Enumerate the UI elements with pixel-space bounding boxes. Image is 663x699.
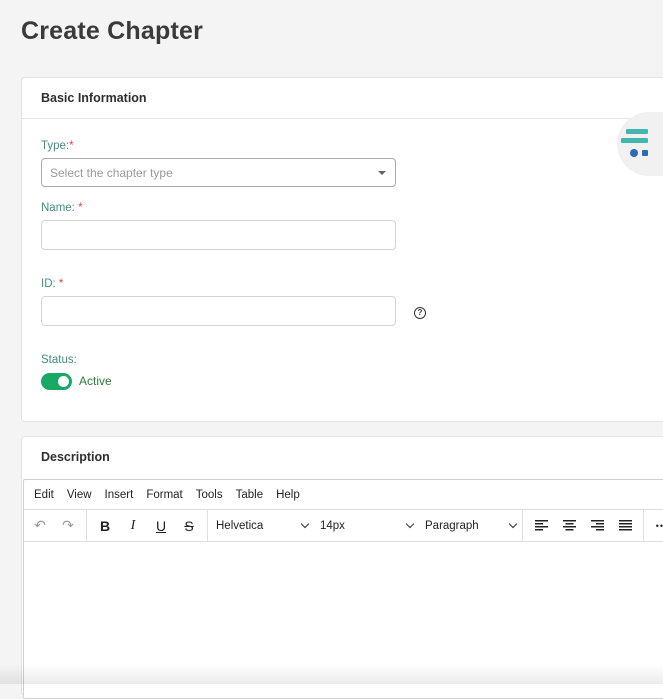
status-label: Status: [41, 354, 77, 366]
chevron-down-icon [405, 519, 415, 528]
type-select-placeholder: Select the chapter type [50, 166, 173, 180]
status-toggle-label: Active [79, 374, 112, 388]
font-size-value: 14px [320, 519, 345, 532]
basic-information-card: Basic Information Type:* Select the chap… [21, 77, 663, 422]
widget-logo-icon [626, 129, 648, 134]
id-required-marker: * [58, 278, 64, 290]
question-circle-icon[interactable]: ? [414, 307, 426, 319]
style-group: Helvetica 14px Paragraph [208, 509, 523, 542]
caret-down-icon [378, 171, 386, 175]
alignment-group [523, 509, 644, 542]
menu-view[interactable]: View [67, 489, 92, 501]
description-card: Description Edit View Insert Format Tool… [21, 436, 663, 699]
more-options-icon[interactable]: ••• [648, 514, 663, 538]
italic-button[interactable]: I [119, 514, 147, 538]
undo-icon[interactable]: ↶ [26, 514, 54, 538]
editor-toolbar: ↶ ↷ B I U S Helvetica 14px Paragraph • [24, 509, 663, 542]
font-family-value: Helvetica [216, 519, 264, 532]
description-header: Description [41, 450, 110, 464]
block-format-select[interactable]: Paragraph [419, 514, 522, 538]
chevron-down-icon [300, 519, 310, 528]
chevron-down-icon [508, 519, 518, 528]
menu-tools[interactable]: Tools [196, 489, 223, 501]
menu-table[interactable]: Table [236, 489, 264, 501]
align-left-icon[interactable] [527, 514, 555, 538]
type-select[interactable]: Select the chapter type [41, 158, 396, 187]
align-justify-icon[interactable] [611, 514, 639, 538]
id-label: ID: * [41, 278, 64, 290]
history-group: ↶ ↷ [24, 509, 87, 542]
widget-logo-dot [630, 149, 638, 157]
menu-help[interactable]: Help [276, 489, 300, 501]
id-input[interactable] [41, 296, 396, 326]
widget-logo-bar [621, 138, 648, 143]
name-input[interactable] [41, 220, 396, 250]
toggle-knob [58, 376, 69, 387]
bold-button[interactable]: B [91, 514, 119, 538]
strikethrough-button[interactable]: S [175, 514, 203, 538]
bottom-shadow [0, 664, 663, 684]
basic-information-header: Basic Information [22, 78, 663, 119]
formatting-group: B I U S [87, 509, 208, 542]
name-label: Name: * [41, 202, 83, 214]
more-group: ••• [644, 510, 663, 542]
menu-insert[interactable]: Insert [105, 489, 134, 501]
name-required-marker: * [78, 202, 83, 214]
align-center-icon[interactable] [555, 514, 583, 538]
menu-edit[interactable]: Edit [34, 489, 54, 501]
status-toggle[interactable] [41, 373, 72, 390]
menu-format[interactable]: Format [146, 489, 182, 501]
align-right-icon[interactable] [583, 514, 611, 538]
page-title: Create Chapter [21, 17, 204, 45]
font-family-select[interactable]: Helvetica [208, 514, 314, 538]
underline-button[interactable]: U [147, 514, 175, 538]
redo-icon[interactable]: ↷ [54, 514, 82, 538]
block-format-value: Paragraph [425, 519, 479, 532]
type-label: Type:* [41, 140, 74, 152]
type-required-marker: * [69, 140, 74, 152]
widget-logo-square [642, 150, 648, 156]
editor-menubar: Edit View Insert Format Tools Table Help [24, 480, 663, 510]
font-size-select[interactable]: 14px [314, 514, 419, 538]
